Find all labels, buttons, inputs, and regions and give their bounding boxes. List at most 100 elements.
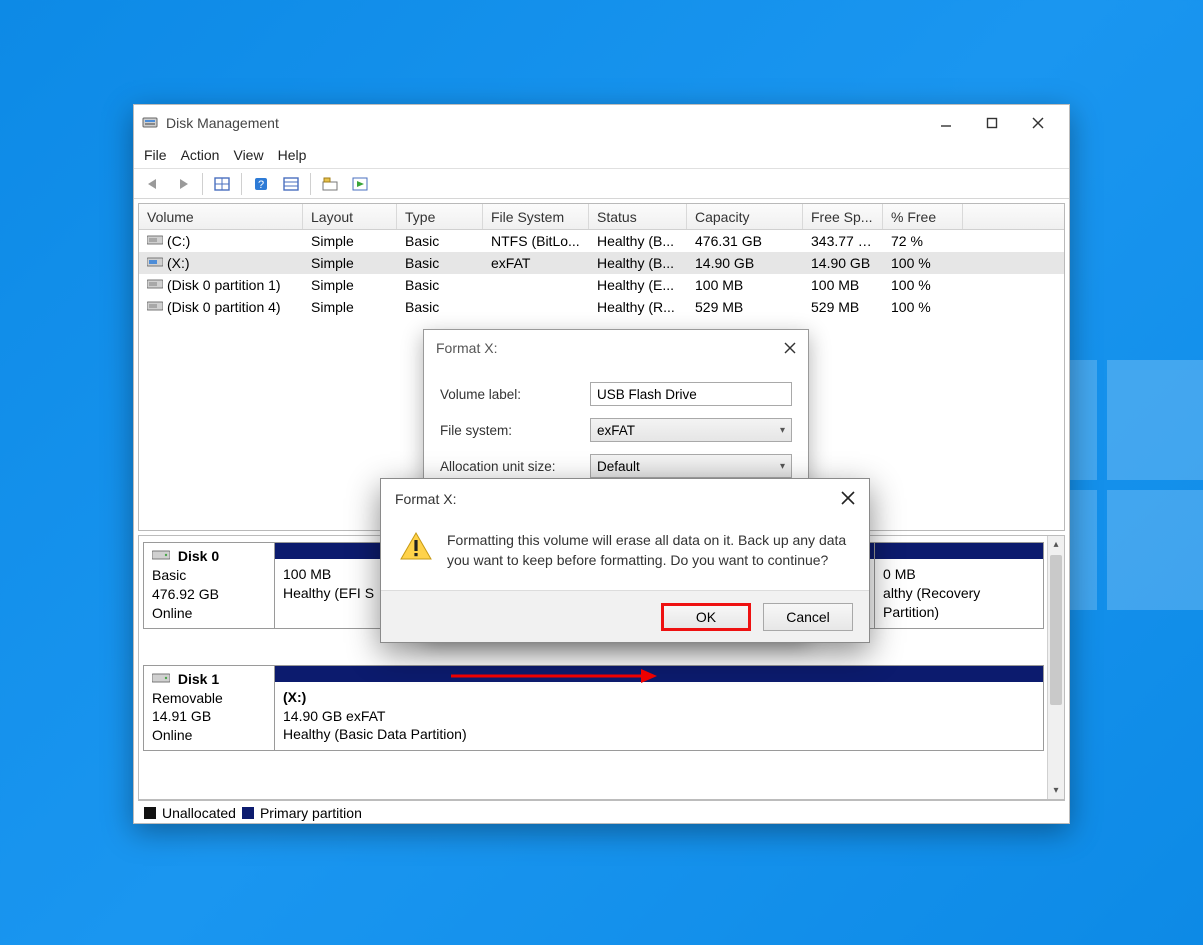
disks-scrollbar[interactable]: ▴ ▾ <box>1047 536 1064 799</box>
volume-cell: Basic <box>397 277 483 293</box>
format-filesystem-lbl: File system: <box>440 423 590 438</box>
col-capacity[interactable]: Capacity <box>687 204 803 229</box>
scroll-up-icon[interactable]: ▴ <box>1048 536 1064 553</box>
chevron-down-icon: ▾ <box>780 461 785 472</box>
scroll-thumb[interactable] <box>1050 555 1062 705</box>
volumes-header-row: Volume Layout Type File System Status Ca… <box>139 204 1064 230</box>
disk0-info: Disk 0 Basic 476.92 GB Online <box>143 542 275 629</box>
drive-icon <box>147 233 163 245</box>
format-aus-lbl: Allocation unit size: <box>440 459 590 474</box>
volume-cell: Basic <box>397 255 483 271</box>
toolbar-forward-icon[interactable] <box>170 172 196 196</box>
disk-management-window: Disk Management File Action View Help <box>133 104 1070 824</box>
drive-icon <box>147 299 163 311</box>
warning-icon <box>399 531 433 561</box>
toolbar-properties-icon[interactable] <box>317 172 343 196</box>
volume-cell: 72 % <box>883 233 963 249</box>
col-status[interactable]: Status <box>589 204 687 229</box>
volume-row[interactable]: (C:)SimpleBasicNTFS (BitLo...Healthy (B.… <box>139 230 1064 252</box>
volume-row[interactable]: (Disk 0 partition 1)SimpleBasic Healthy (… <box>139 274 1064 296</box>
close-button[interactable] <box>1015 108 1061 138</box>
toolbar-back-icon[interactable] <box>140 172 166 196</box>
disk0-title: Disk 0 <box>178 548 219 564</box>
legend-swatch-unallocated <box>144 807 156 819</box>
svg-text:?: ? <box>258 179 264 191</box>
scroll-down-icon[interactable]: ▾ <box>1048 782 1064 799</box>
minimize-button[interactable] <box>923 108 969 138</box>
legend-primary: Primary partition <box>260 805 362 821</box>
volume-cell: (Disk 0 partition 4) <box>139 299 303 315</box>
titlebar[interactable]: Disk Management <box>134 105 1069 141</box>
format-filesystem-select[interactable]: exFAT ▾ <box>590 418 792 442</box>
volume-cell: NTFS (BitLo... <box>483 233 589 249</box>
disk1-title: Disk 1 <box>178 671 219 687</box>
toolbar-action-icon[interactable] <box>347 172 373 196</box>
format-volume-label-input[interactable] <box>590 382 792 406</box>
col-type[interactable]: Type <box>397 204 483 229</box>
col-layout[interactable]: Layout <box>303 204 397 229</box>
toolbar-help-icon[interactable]: ? <box>248 172 274 196</box>
menu-help[interactable]: Help <box>278 147 307 163</box>
toolbar-list-icon[interactable] <box>278 172 304 196</box>
menu-view[interactable]: View <box>233 147 263 163</box>
confirm-dialog-message: Formatting this volume will erase all da… <box>447 531 851 570</box>
format-dialog-close-icon[interactable] <box>756 342 796 354</box>
cancel-button[interactable]: Cancel <box>763 603 853 631</box>
partition[interactable]: 100 MBHealthy (EFI S <box>275 543 383 628</box>
partition[interactable]: (X:)14.90 GB exFATHealthy (Basic Data Pa… <box>275 666 1043 751</box>
format-dialog-title: Format X: <box>436 340 756 356</box>
format-confirm-dialog: Format X: Formatting this volume will er… <box>380 478 870 643</box>
volume-cell: Healthy (B... <box>589 233 687 249</box>
volume-row[interactable]: (Disk 0 partition 4)SimpleBasicHealthy (… <box>139 296 1064 318</box>
volume-cell: (X:) <box>139 255 303 271</box>
drive-icon <box>147 277 163 289</box>
diskmgmt-app-icon <box>142 115 158 131</box>
volume-cell: Healthy (E... <box>589 277 687 293</box>
partition-header-bar <box>275 543 383 559</box>
disk-icon <box>152 547 170 559</box>
volume-cell: 529 MB <box>803 299 883 315</box>
col-freespace[interactable]: Free Sp... <box>803 204 883 229</box>
volume-row[interactable]: (X:)SimpleBasicexFATHealthy (B...14.90 G… <box>139 252 1064 274</box>
volume-cell: 100 % <box>883 299 963 315</box>
disk1-size: 14.91 GB <box>152 707 266 726</box>
format-filesystem-value: exFAT <box>597 423 635 438</box>
disk0-size: 476.92 GB <box>152 585 266 604</box>
window-title: Disk Management <box>166 115 923 131</box>
disk1-partitions: (X:)14.90 GB exFATHealthy (Basic Data Pa… <box>275 665 1044 752</box>
partition-header-bar <box>875 543 1043 559</box>
disk0-type: Basic <box>152 566 266 585</box>
menu-file[interactable]: File <box>144 147 167 163</box>
volume-cell: 100 % <box>883 255 963 271</box>
partition-header-bar <box>275 666 1043 682</box>
disk0-status: Online <box>152 604 266 623</box>
volume-cell: exFAT <box>483 255 589 271</box>
format-aus-select[interactable]: Default ▾ <box>590 454 792 478</box>
volume-cell: 343.77 GB <box>803 233 883 249</box>
col-filesystem[interactable]: File System <box>483 204 589 229</box>
ok-button[interactable]: OK <box>661 603 751 631</box>
volume-cell: 476.31 GB <box>687 233 803 249</box>
chevron-down-icon: ▾ <box>780 425 785 436</box>
volume-cell: Basic <box>397 299 483 315</box>
volume-cell: 529 MB <box>687 299 803 315</box>
col-volume[interactable]: Volume <box>139 204 303 229</box>
volume-cell: Basic <box>397 233 483 249</box>
legend-unallocated: Unallocated <box>162 805 236 821</box>
drive-icon <box>147 255 163 267</box>
col-pctfree[interactable]: % Free <box>883 204 963 229</box>
volume-cell: (C:) <box>139 233 303 249</box>
disk-icon <box>152 670 170 682</box>
maximize-button[interactable] <box>969 108 1015 138</box>
partition[interactable]: 0 MBalthy (Recovery Partition) <box>874 543 1043 628</box>
volume-cell: Simple <box>303 233 397 249</box>
volume-cell: Simple <box>303 277 397 293</box>
confirm-dialog-close-icon[interactable] <box>841 491 855 508</box>
volume-cell: (Disk 0 partition 1) <box>139 277 303 293</box>
confirm-dialog-titlebar[interactable]: Format X: <box>381 479 869 519</box>
menu-action[interactable]: Action <box>181 147 220 163</box>
toolbar-view-split-icon[interactable] <box>209 172 235 196</box>
format-dialog-titlebar[interactable]: Format X: <box>424 330 808 366</box>
disk-row-1[interactable]: Disk 1 Removable 14.91 GB Online (X:)14.… <box>143 665 1044 752</box>
disk1-info: Disk 1 Removable 14.91 GB Online <box>143 665 275 752</box>
